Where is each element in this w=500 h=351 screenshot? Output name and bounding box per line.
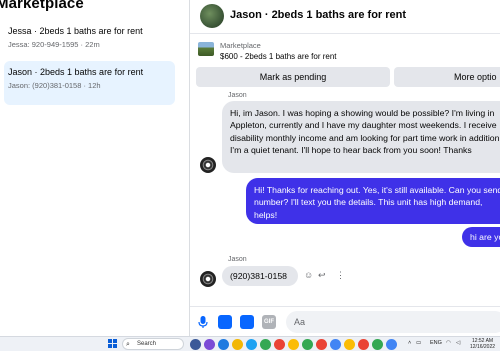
listing-thumbnail[interactable] [198, 42, 214, 56]
sender-name: Jason [228, 256, 247, 263]
wifi-icon[interactable]: ◠ [446, 340, 451, 346]
outgoing-message: Hi! Thanks for reaching out. Yes, it's s… [246, 178, 500, 224]
image-attach-icon[interactable] [218, 315, 232, 329]
message-composer: GIF Aa [190, 306, 500, 336]
mark-as-pending-button[interactable]: Mark as pending [196, 67, 390, 87]
chrome-icon[interactable] [302, 339, 313, 350]
incoming-message: Hi, im Jason. I was hoping a showing wou… [222, 101, 500, 173]
sender-name: Jason [228, 92, 247, 99]
more-options-button[interactable]: More optio [394, 67, 500, 87]
folder-icon[interactable] [232, 339, 243, 350]
message-actions: ☺ ↩ ⋮ [304, 270, 354, 284]
chrome-icon[interactable] [386, 339, 397, 350]
language-indicator[interactable]: ENG [430, 340, 442, 346]
chrome-icon[interactable] [316, 339, 327, 350]
system-clock[interactable]: 12:52 AM 12/16/2022 [470, 338, 495, 350]
listing-avatar[interactable] [200, 4, 224, 28]
taskbar-app-icon[interactable] [204, 339, 215, 350]
taskbar-app-icon[interactable] [218, 339, 229, 350]
tray-chevron-icon[interactable]: ˄ [408, 340, 411, 346]
marketplace-listing-card: Marketplace $600 - 2beds 1 baths are for… [196, 38, 500, 92]
page-title: Marketplace [0, 0, 84, 12]
more-actions-icon[interactable]: ⋮ [336, 270, 345, 281]
conversation-header: Jason · 2beds 1 baths are for rent [190, 0, 500, 34]
edge-icon[interactable] [246, 339, 257, 350]
react-emoji-icon[interactable]: ☺ [304, 270, 313, 280]
conversation-title[interactable]: Jason · 2beds 1 baths are for rent [230, 9, 406, 21]
chat-item-preview: Jason: (920)381-0158 · 12h [8, 81, 101, 90]
chat-list-pane: Marketplace Jessa · 2beds 1 baths are fo… [0, 0, 182, 336]
clock-date: 12/16/2022 [470, 344, 496, 350]
search-label: Search [137, 341, 157, 347]
marketplace-label: Marketplace [220, 41, 261, 50]
search-icon: ⌕ [126, 341, 130, 348]
chrome-icon[interactable] [260, 339, 271, 350]
chrome-icon[interactable] [344, 339, 355, 350]
reply-icon[interactable]: ↩ [318, 270, 326, 281]
chrome-icon[interactable] [358, 339, 369, 350]
chat-item-preview: Jessa: 920-949-1595 · 22m [8, 40, 100, 49]
chrome-icon[interactable] [372, 339, 383, 350]
taskbar-app-icon[interactable] [190, 339, 201, 350]
chat-list-item-selected[interactable]: Jason · 2beds 1 baths are for rent Jason… [4, 61, 175, 105]
network-icon[interactable]: ▭ [416, 340, 421, 346]
chat-list-item[interactable]: Jessa · 2beds 1 baths are for rent Jessa… [4, 20, 175, 64]
sender-avatar[interactable] [200, 157, 216, 173]
taskbar-search[interactable]: ⌕ Search [122, 338, 184, 350]
chrome-icon[interactable] [274, 339, 285, 350]
chrome-icon[interactable] [330, 339, 341, 350]
windows-taskbar: ⌕ Search ˄ ▭ ENG ◠ ◁ 12:52 AM 12/16/2022 [0, 336, 500, 351]
outgoing-message: hi are yo [462, 227, 500, 247]
chat-item-title: Jessa · 2beds 1 baths are for rent [8, 26, 143, 36]
incoming-message: (920)381-0158 [222, 266, 298, 286]
gif-icon[interactable]: GIF [262, 315, 276, 329]
microphone-icon[interactable] [196, 315, 210, 329]
chat-item-title: Jason · 2beds 1 baths are for rent [8, 67, 144, 77]
message-input[interactable]: Aa [286, 311, 500, 333]
conversation-pane: Jason · 2beds 1 baths are for rent Marke… [190, 0, 500, 336]
chrome-icon[interactable] [288, 339, 299, 350]
sender-avatar[interactable] [200, 271, 216, 287]
sticker-icon[interactable] [240, 315, 254, 329]
listing-price-title[interactable]: $600 - 2beds 1 baths are for rent [220, 52, 337, 61]
volume-icon[interactable]: ◁ [456, 340, 460, 346]
windows-start-icon[interactable] [108, 339, 118, 349]
